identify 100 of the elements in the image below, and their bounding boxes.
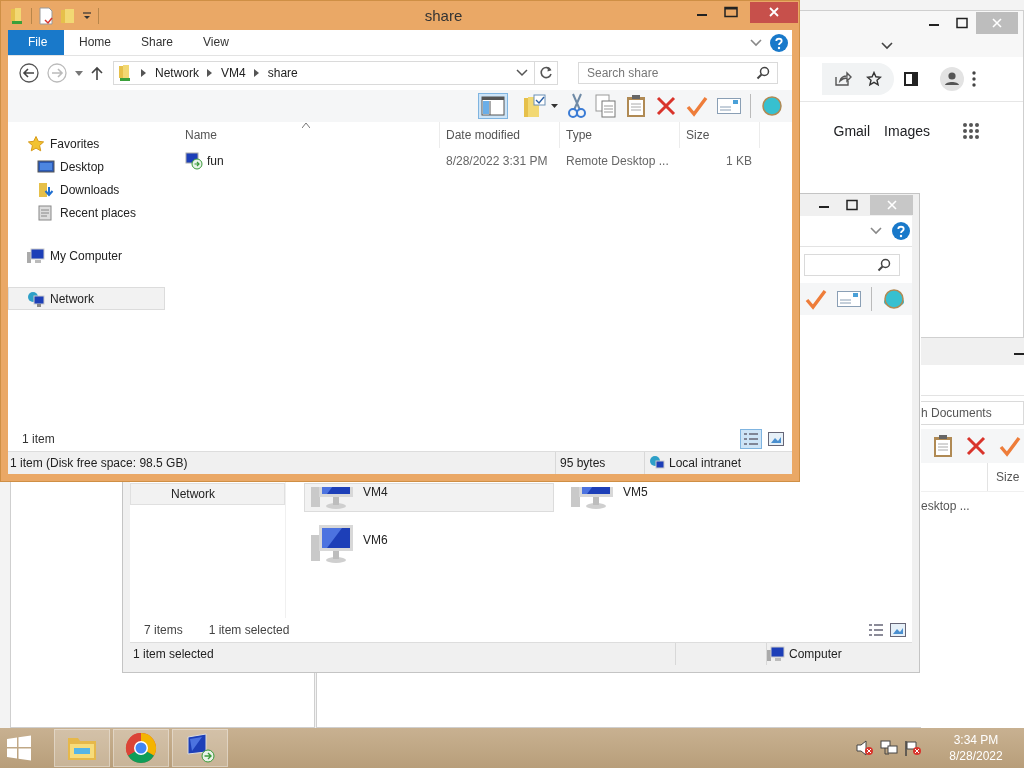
layout-button[interactable] (478, 93, 508, 119)
nav-item[interactable]: Desktop (8, 155, 165, 178)
maximize-icon[interactable] (846, 199, 858, 211)
menu-icon[interactable] (972, 71, 976, 87)
close-button[interactable] (750, 1, 798, 23)
search-field[interactable] (804, 254, 900, 276)
item-count: 1 item (22, 432, 55, 446)
muted-speaker-icon[interactable] (856, 740, 874, 756)
breadcrumb[interactable]: share (267, 66, 298, 80)
column-header[interactable]: Size (987, 463, 1020, 491)
nav-item[interactable]: Favorites (8, 132, 165, 155)
sort-caret-icon (302, 123, 310, 128)
scissors-icon[interactable] (568, 93, 586, 119)
breadcrumb-arrow-icon[interactable] (253, 69, 260, 77)
network-icon[interactable] (880, 740, 898, 756)
column-header[interactable]: Size (680, 122, 760, 148)
computer-item[interactable]: VM4 (304, 483, 554, 512)
checkmark-icon[interactable] (999, 435, 1021, 457)
checkmark-icon[interactable] (686, 95, 708, 117)
nav-item[interactable]: Network (130, 483, 285, 505)
column-header[interactable]: Name (165, 122, 440, 148)
table-cell-text: Remote Desktop ... (565, 154, 670, 168)
computer-icon (767, 646, 785, 662)
breadcrumb[interactable]: Network (155, 66, 199, 80)
side-panel-icon[interactable] (904, 72, 918, 86)
taskbar-button[interactable] (113, 729, 169, 767)
nav-item[interactable]: My Computer (8, 244, 165, 267)
delete-icon[interactable] (965, 435, 987, 457)
status-text: 1 item selected (132, 647, 215, 661)
table-cell-text: 8/28/2022 3:31 PM (445, 154, 549, 168)
properties-icon[interactable] (38, 7, 54, 25)
up-arrow-icon[interactable] (91, 66, 103, 80)
tab-search-icon[interactable] (881, 42, 893, 50)
downloads-folder-icon (37, 181, 55, 198)
browser-icon (125, 732, 157, 764)
status-text: 1 item (Disk free space: 98.5 GB) (9, 456, 189, 470)
file-name[interactable]: fun (207, 154, 224, 168)
taskbar-button[interactable] (172, 729, 228, 767)
maximize-icon[interactable] (956, 17, 968, 29)
nav-item[interactable]: Downloads (8, 178, 165, 201)
column-header[interactable]: Type (560, 122, 680, 148)
caret-icon[interactable] (75, 70, 83, 76)
delete-icon[interactable] (655, 95, 677, 117)
card-icon[interactable] (717, 98, 741, 114)
breadcrumb-arrow-icon[interactable] (141, 69, 147, 77)
clock-time: 3:34 PM (953, 732, 999, 748)
details-view-button[interactable] (740, 429, 762, 449)
computer-icon (27, 247, 45, 264)
close-icon (991, 17, 1003, 29)
remote-desktop-file-icon (185, 152, 203, 170)
ribbon-tab[interactable]: View (188, 30, 244, 55)
checkmark-icon[interactable] (805, 288, 827, 310)
chevron-down-icon[interactable] (750, 38, 762, 47)
avatar-icon[interactable] (940, 67, 964, 91)
dropdown-icon[interactable] (516, 69, 528, 77)
search-icon (877, 258, 891, 272)
start-icon[interactable] (6, 735, 32, 761)
chevron-down-icon[interactable] (870, 227, 882, 235)
refresh-button[interactable] (535, 61, 558, 85)
flag-icon[interactable] (904, 740, 922, 756)
nav-item[interactable]: Recent places (8, 201, 165, 224)
star-icon[interactable] (866, 71, 882, 87)
large-icons-view-icon[interactable] (768, 432, 784, 446)
header-link[interactable]: Gmail (833, 123, 871, 139)
breadcrumb[interactable]: VM4 (221, 66, 246, 80)
share-icon[interactable] (834, 71, 852, 87)
search-field[interactable]: h Documents (921, 401, 1024, 425)
help-icon[interactable] (892, 222, 910, 240)
globe-icon[interactable] (882, 288, 906, 310)
item-count: 7 items (144, 623, 183, 637)
breadcrumb-arrow-icon[interactable] (207, 69, 213, 77)
nav-item[interactable]: Network (8, 287, 165, 310)
column-header[interactable]: Date modified (440, 122, 560, 148)
globe-icon[interactable] (760, 95, 784, 117)
details-view-icon[interactable] (868, 623, 884, 637)
header-link[interactable]: Images (884, 123, 930, 139)
clock-date: 8/28/2022 (949, 748, 1003, 764)
clipboard-icon[interactable] (626, 94, 646, 118)
help-icon[interactable] (770, 33, 788, 52)
zone-text: Local intranet (669, 456, 742, 470)
search-field[interactable]: Search share (578, 62, 778, 84)
computer-item[interactable]: VM6 (304, 520, 554, 568)
table-cell-text: esktop ... (921, 498, 971, 513)
clipboard-icon[interactable] (933, 434, 953, 458)
status-text: 95 bytes (555, 452, 644, 474)
desktop-icon (37, 158, 55, 175)
ribbon-tab[interactable]: Share (126, 30, 189, 55)
back-icon[interactable] (19, 63, 39, 83)
apps-grid-icon[interactable] (962, 122, 980, 140)
caret-icon[interactable] (82, 11, 92, 21)
large-icons-view-icon[interactable] (890, 623, 906, 637)
table-cell-text: 1 KB (725, 154, 753, 168)
address-bar[interactable]: Network VM4 share (113, 61, 535, 85)
card-icon[interactable] (837, 291, 861, 307)
address-bar[interactable] (822, 63, 894, 95)
folder-options-icon[interactable] (523, 94, 559, 118)
close-icon (885, 199, 898, 211)
star-icon (27, 135, 45, 152)
maximize-icon[interactable] (724, 6, 738, 18)
ribbon-tab[interactable]: Home (64, 30, 126, 55)
